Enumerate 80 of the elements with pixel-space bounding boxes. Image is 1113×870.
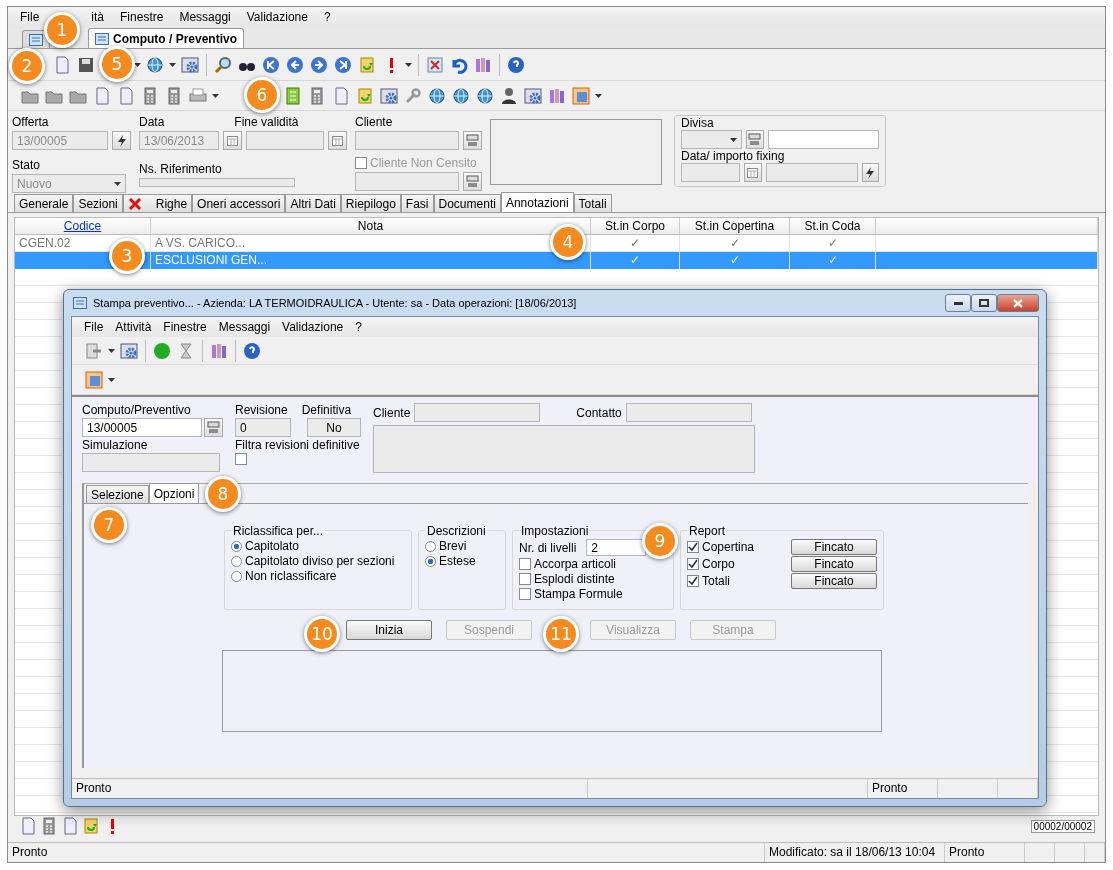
status-text: Pronto: [945, 843, 1025, 862]
document-tab[interactable]: Computo / Preventivo: [88, 28, 244, 48]
field-label: Data/ importo fixing: [681, 149, 785, 163]
computo-field[interactable]: 13/00005: [82, 418, 202, 437]
checkbox-label: Esplodi distinte: [534, 572, 615, 586]
radio-label: Brevi: [439, 539, 467, 553]
field-label: Computo/Preventivo: [82, 403, 192, 417]
field-label: Simulazione: [82, 438, 149, 452]
action-button[interactable]: Inizia: [346, 620, 432, 640]
checkbox-label: Totali: [702, 574, 730, 588]
radio-label: Estese: [439, 554, 476, 568]
field-label: Nr. di livelli: [519, 540, 577, 555]
column-header[interactable]: St.in Coda: [790, 218, 876, 235]
checkbox-label: Stampa Formule: [534, 587, 623, 601]
menu-item[interactable]: Attività: [109, 320, 158, 334]
definitiva-field[interactable]: No: [307, 418, 361, 437]
menu-item[interactable]: Messaggi: [173, 10, 237, 24]
field-label: Offerta: [12, 115, 50, 129]
menu-item[interactable]: Messaggi: [212, 320, 277, 334]
checkbox-label: Corpo: [702, 557, 735, 571]
menu-item[interactable]: File: [14, 10, 46, 24]
field-label: Fine validità: [234, 115, 299, 129]
field-label: Stato: [12, 158, 42, 172]
menu-item[interactable]: Validazione: [240, 10, 314, 24]
field-label: Contatto: [576, 405, 622, 420]
fincato-button[interactable]: Fincato: [791, 556, 877, 572]
status-text: Pronto: [8, 843, 765, 862]
field-label: Ns. Riferimento: [139, 162, 223, 176]
column-header[interactable]: St.in Corpo: [591, 218, 680, 235]
tab[interactable]: Fasi: [400, 194, 434, 212]
tab[interactable]: Annotazioni: [500, 192, 574, 212]
fincato-button[interactable]: Fincato: [791, 539, 877, 555]
column-header[interactable]: St.in Copertina: [680, 218, 790, 235]
livelli-field[interactable]: 2: [586, 539, 647, 556]
tab[interactable]: Riepilogo: [340, 194, 401, 212]
column-header[interactable]: Codice: [15, 218, 151, 235]
table-cell: ✓: [790, 252, 876, 269]
group-title: Report: [687, 524, 728, 538]
menu-item[interactable]: ità: [85, 10, 111, 24]
status-text: Pronto: [72, 779, 588, 798]
revisione-field[interactable]: 0: [235, 418, 291, 437]
menu-item[interactable]: File: [78, 320, 110, 334]
column-header[interactable]: Nota: [151, 218, 591, 235]
checkbox-label: Accorpa articoli: [534, 557, 617, 571]
group-title: Impostazioni: [519, 524, 591, 538]
field-label: Divisa: [681, 116, 714, 130]
field-label: Revisione: [235, 403, 288, 417]
tab[interactable]: Opzioni: [148, 483, 200, 503]
field-label: Cliente: [373, 405, 411, 420]
fincato-button[interactable]: Fincato: [791, 573, 877, 589]
radio-label: Non riclassificare: [245, 569, 337, 583]
tab[interactable]: Totali: [573, 194, 612, 212]
menu-item[interactable]: ?: [317, 10, 337, 24]
menu-item[interactable]: Finestre: [157, 320, 213, 334]
tab[interactable]: Generale: [14, 194, 74, 212]
group-title: Riclassifica per...: [231, 524, 326, 538]
tab[interactable]: Selezione: [86, 485, 149, 503]
status-text: Modificato: sa il 18/06/13 10:04: [765, 843, 945, 862]
table-cell: ✓: [591, 252, 680, 269]
window-title: Stampa preventivo... - Azienda: LA TERMOIDRAULICA - Utente: sa - Data operazioni: [18/06/2013]: [93, 297, 577, 309]
menu-item[interactable]: Validazione: [276, 320, 350, 334]
tab[interactable]: Righe: [122, 194, 193, 212]
menu-item[interactable]: ?: [349, 320, 368, 334]
tab[interactable]: Documenti: [433, 194, 501, 212]
field-label: Definitiva: [301, 403, 352, 417]
radio-label: Capitolato diviso per sezioni: [245, 554, 395, 568]
record-counter: 00002/00002: [1030, 819, 1095, 833]
tab[interactable]: Altri Dati: [285, 194, 341, 212]
menu-item[interactable]: Finestre: [114, 10, 170, 24]
table-cell: ✓: [680, 252, 790, 269]
field-label: Cliente: [355, 115, 394, 129]
group-title: Descrizioni: [425, 524, 488, 538]
checkbox-label: Filtra revisioni definitive: [235, 438, 361, 452]
checkbox-label: Copertina: [702, 540, 755, 554]
tab[interactable]: Oneri accessori: [192, 194, 286, 212]
checkbox-label: Cliente Non Censito: [370, 156, 477, 170]
field-label: Data: [139, 115, 165, 129]
radio-label: Capitolato: [245, 539, 300, 553]
status-text: Pronto: [868, 779, 938, 798]
tab[interactable]: Sezioni: [73, 194, 123, 212]
